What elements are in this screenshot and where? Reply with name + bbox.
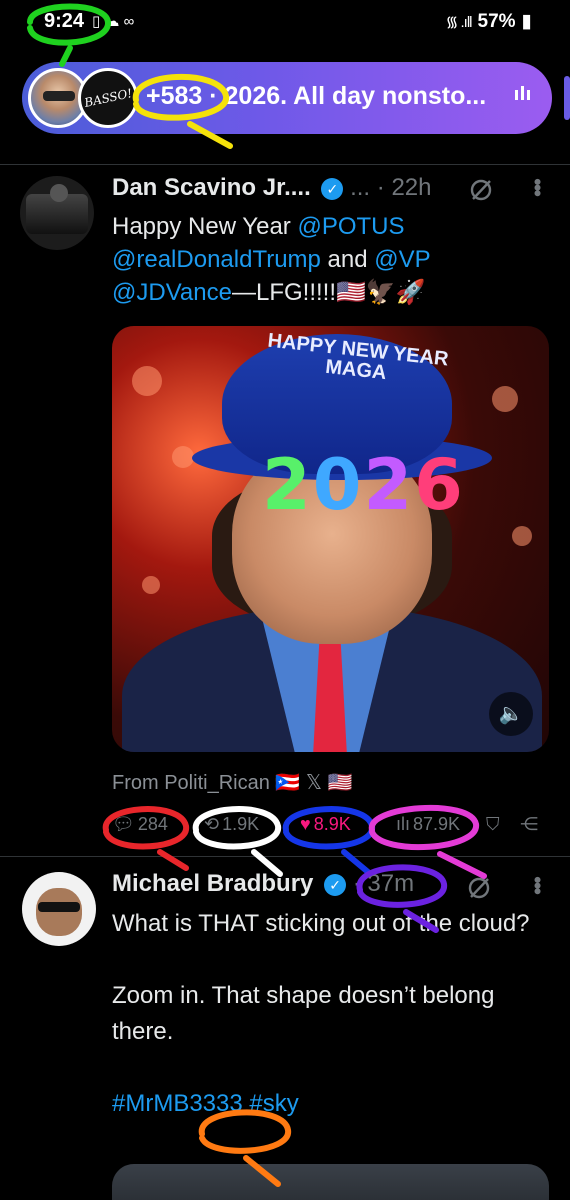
- mention-link[interactable]: @POTUS: [297, 213, 404, 240]
- bookmark-icon: ⛉: [486, 814, 500, 834]
- mention-link[interactable]: @VP: [374, 246, 430, 273]
- audio-bars-icon: [515, 86, 530, 100]
- avatar[interactable]: [22, 872, 96, 946]
- video-attribution[interactable]: From Politi_Rican 🇵🇷 𝕏 🇺🇸: [112, 770, 352, 795]
- status-bar: 9:24 ▯ ☁ ∞ ᯾ .ıll 57% ▮: [0, 0, 570, 46]
- space-title: +583 · 2026. All day nonsto...: [146, 82, 487, 110]
- bookmark-button[interactable]: ⛉: [486, 814, 500, 835]
- tweet-time: · 37m: [352, 870, 415, 897]
- tweet-image[interactable]: [112, 1164, 549, 1200]
- reply-button[interactable]: 💬︎ 284: [112, 814, 168, 835]
- reply-icon: 💬︎: [112, 814, 135, 834]
- repost-button[interactable]: ⟲ 1.9K: [204, 814, 259, 835]
- grok-icon[interactable]: [468, 177, 494, 203]
- tweet-video[interactable]: HAPPY NEW YEAR MAGA 2026 🔈: [112, 326, 549, 752]
- 2026-glasses: 2026: [262, 444, 465, 526]
- views-icon: ılı: [396, 814, 411, 834]
- mention-link[interactable]: @realDonaldTrump: [112, 246, 321, 273]
- author-name[interactable]: Dan Scavino Jr....: [112, 174, 311, 201]
- hashtag-links[interactable]: #MrMB3333 #sky: [112, 1086, 552, 1122]
- status-time: 9:24: [44, 10, 85, 32]
- notification-icons: ▯ ☁ ∞: [92, 13, 135, 30]
- divider: [0, 164, 570, 165]
- repost-icon: ⟲: [204, 814, 220, 834]
- like-button[interactable]: ♥ 8.9K: [300, 814, 351, 835]
- volume-icon[interactable]: 🔈: [489, 692, 533, 736]
- space-speaker-avatar: BASSO!: [78, 68, 138, 128]
- tweet-header: Dan Scavino Jr.... ✓ ... · 22h: [112, 174, 562, 208]
- battery-percent: 57%: [477, 10, 516, 32]
- tweet-actions: 💬︎ 284 ⟲ 1.9K ♥ 8.9K ılı 87.9K ⛉ ⋲: [112, 814, 552, 844]
- battery-icon: ▮: [521, 11, 532, 32]
- grok-icon[interactable]: [466, 875, 492, 901]
- tweet-header: Michael Bradbury ✓ · 37m: [112, 870, 562, 904]
- status-right: ᯾ .ıll 57% ▮: [446, 10, 532, 33]
- divider: [0, 856, 570, 857]
- share-icon: ⋲: [520, 814, 538, 834]
- author-name[interactable]: Michael Bradbury: [112, 870, 313, 897]
- share-button[interactable]: ⋲: [520, 814, 538, 835]
- verified-badge-icon: ✓: [324, 874, 347, 896]
- mention-link[interactable]: @JDVance: [112, 279, 232, 306]
- live-space-pill[interactable]: BASSO! +583 · 2026. All day nonsto...: [22, 62, 552, 134]
- more-options-icon[interactable]: •••: [524, 876, 550, 893]
- more-options-icon[interactable]: •••: [524, 178, 550, 195]
- tweet-time: · 22h: [376, 174, 432, 201]
- tweet-text: Happy New Year @POTUS @realDonaldTrump a…: [112, 213, 431, 306]
- verified-badge-icon: ✓: [321, 178, 344, 200]
- handle-truncated: ...: [350, 174, 371, 201]
- heart-icon: ♥: [300, 814, 311, 834]
- next-space-pill-edge[interactable]: [564, 76, 570, 120]
- views-button[interactable]: ılı 87.9K: [396, 814, 460, 835]
- avatar[interactable]: [20, 176, 94, 250]
- wifi-signal-icon: ᯾ .ıll: [445, 13, 473, 31]
- tweet-text: What is THAT sticking out of the cloud? …: [112, 906, 552, 1122]
